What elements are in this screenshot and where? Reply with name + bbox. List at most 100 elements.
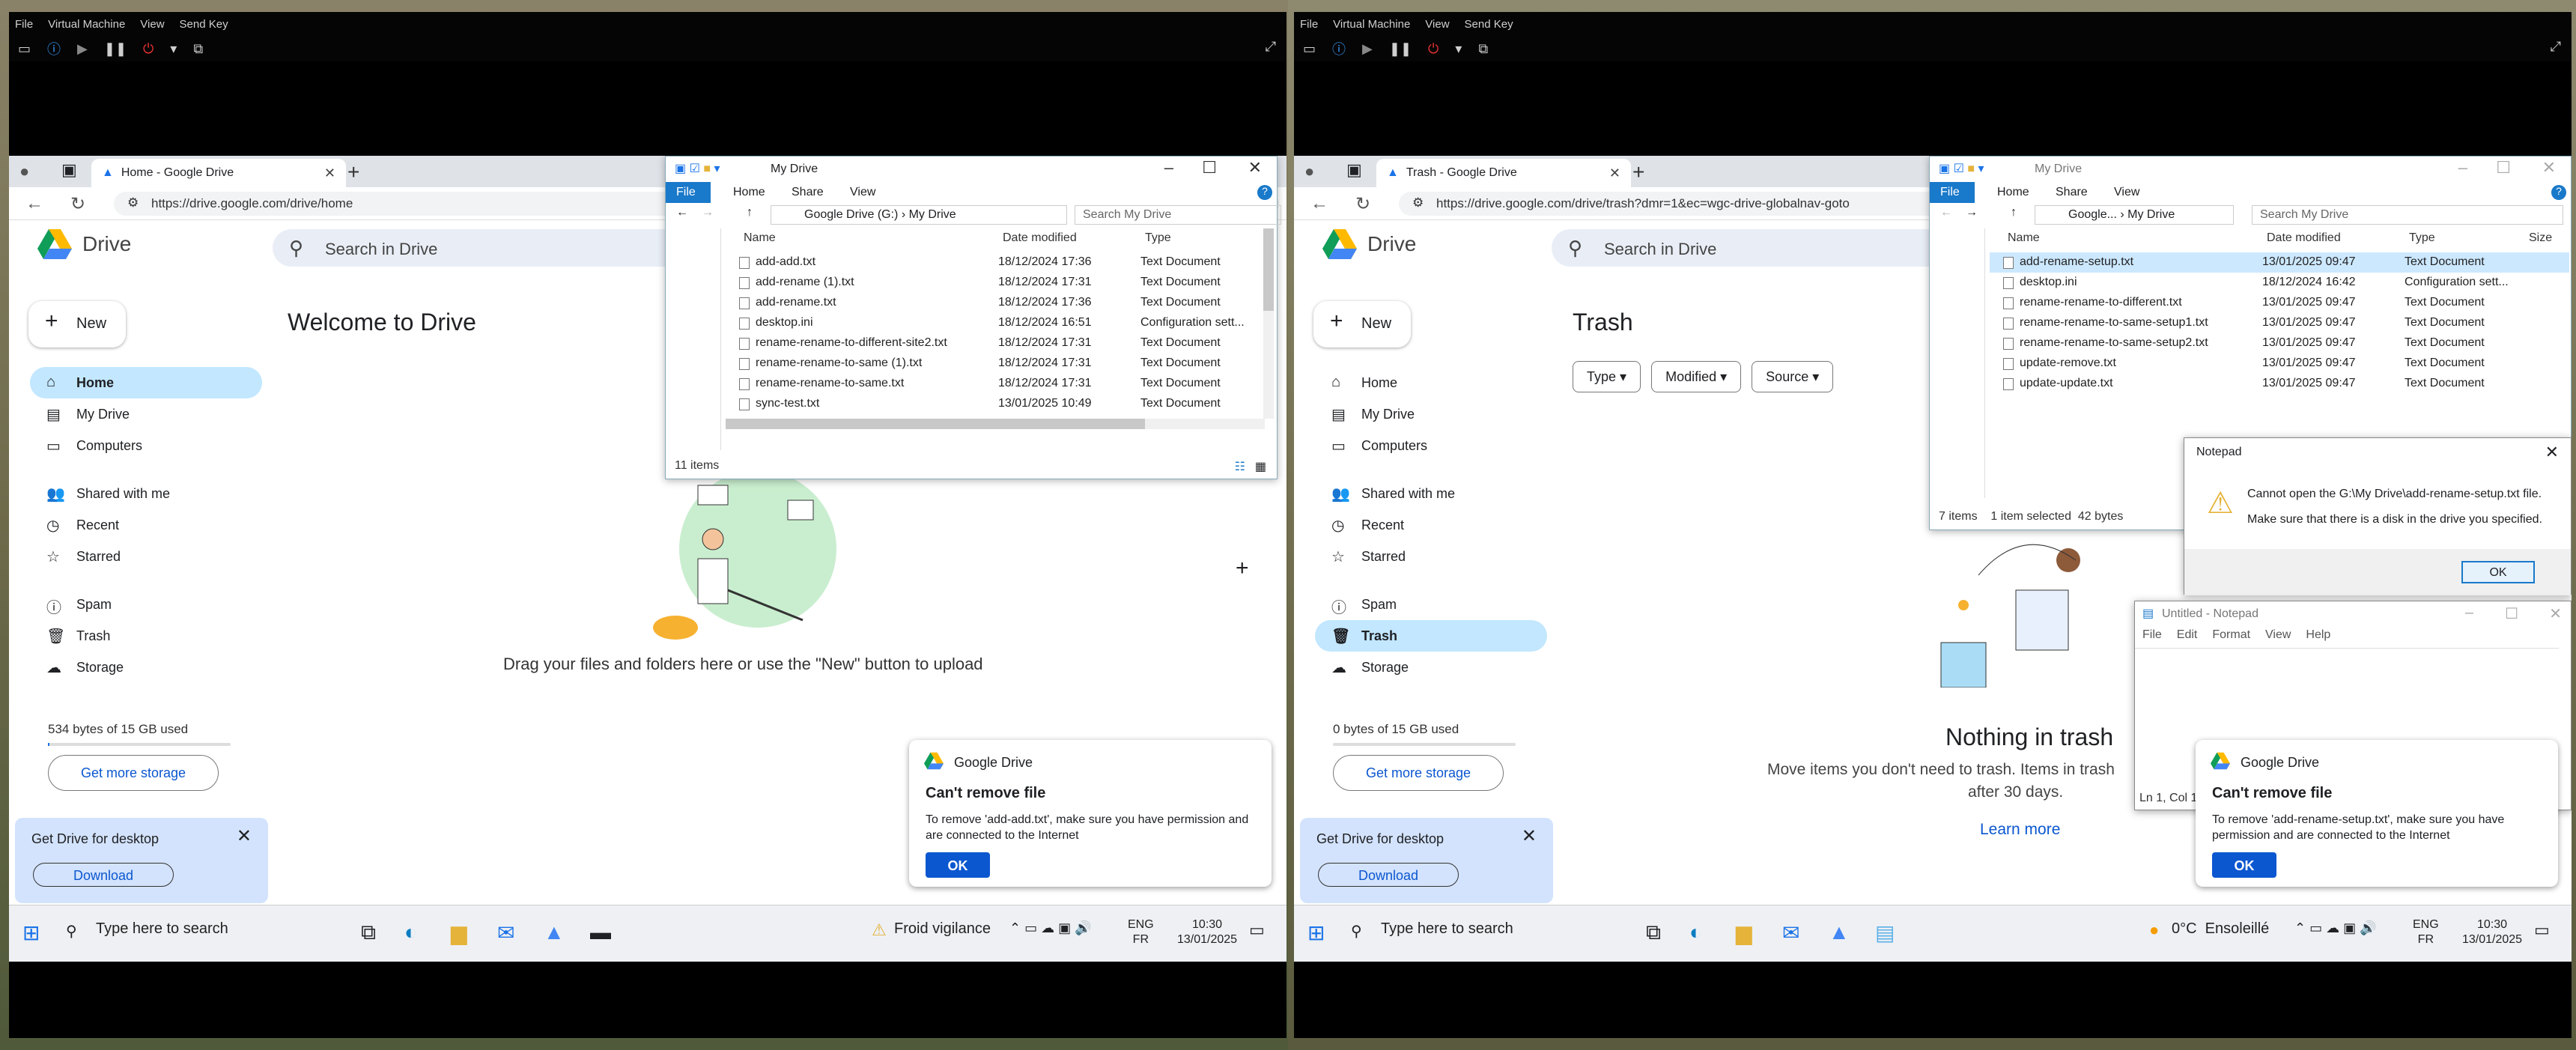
nav-starred[interactable]: ☆ Starred bbox=[30, 541, 262, 572]
col-date[interactable]: Date modified bbox=[1003, 231, 1077, 245]
file-row[interactable]: rename-rename-to-same.txt 18/12/2024 17:3… bbox=[726, 374, 1265, 394]
windows-start-icon[interactable]: ⊞ bbox=[22, 920, 40, 945]
windows-start-icon[interactable]: ⊞ bbox=[1307, 920, 1325, 945]
source-filter[interactable]: Source ▾ bbox=[1752, 361, 1834, 392]
file-row[interactable]: add-rename (1).txt 18/12/2024 17:31 Text D… bbox=[726, 273, 1265, 293]
vm-menu-file[interactable]: File bbox=[1300, 18, 1318, 31]
ribbon-tab-home[interactable]: Home bbox=[1997, 186, 2029, 199]
terminal-icon[interactable]: ▬ bbox=[590, 920, 611, 944]
close-icon[interactable]: ✕ bbox=[2545, 443, 2559, 462]
file-row[interactable]: rename-rename-to-different-site2.txt 18/1… bbox=[726, 333, 1265, 353]
learn-more-link[interactable]: Learn more bbox=[1980, 821, 2060, 839]
site-info-icon[interactable]: ⚙ bbox=[127, 195, 139, 210]
horizontal-scrollbar[interactable] bbox=[726, 419, 1265, 429]
edge-icon[interactable]: ◐ bbox=[1689, 920, 1702, 944]
vm-menu-file[interactable]: File bbox=[15, 18, 33, 31]
toast-ok-button[interactable]: OK bbox=[926, 852, 990, 878]
explorer-path[interactable]: Google... › My Drive bbox=[2035, 205, 2234, 225]
get-more-storage-button[interactable]: Get more storage bbox=[1333, 755, 1504, 791]
snapshot-icon[interactable]: ⧉ bbox=[193, 41, 203, 57]
tiles-view-icon[interactable]: ▦ bbox=[1255, 459, 1266, 474]
tray-icons[interactable]: ⌃ ▭ ☁ ▣ 🔊 bbox=[1009, 920, 1092, 936]
vm-menu-view[interactable]: View bbox=[140, 18, 164, 31]
file-row[interactable]: add-add.txt 18/12/2024 17:36 Text Document bbox=[726, 252, 1265, 273]
mail-icon[interactable]: ✉ bbox=[1782, 920, 1799, 945]
monitor-icon[interactable]: ▭ bbox=[18, 41, 31, 57]
ribbon-tab-file[interactable]: File bbox=[1930, 182, 1975, 203]
nav-recent[interactable]: ◷ Recent bbox=[1315, 509, 1547, 541]
clock[interactable]: 10:30 13/01/2025 bbox=[2462, 917, 2522, 947]
notification-icon[interactable]: ▭ bbox=[2534, 920, 2550, 940]
taskbar-search[interactable]: Type here to search bbox=[96, 920, 228, 938]
notification-icon[interactable]: ▭ bbox=[1249, 920, 1265, 940]
add-icon[interactable]: + bbox=[1236, 556, 1249, 581]
search-icon[interactable]: ⚲ bbox=[1568, 237, 1582, 260]
help-icon[interactable]: ? bbox=[2551, 185, 2566, 200]
fullscreen-icon[interactable]: ⤢ bbox=[1266, 39, 1276, 55]
profile-icon[interactable]: ● bbox=[1304, 162, 1314, 181]
language-indicator[interactable]: ENG FR bbox=[2413, 917, 2439, 947]
col-size[interactable]: Size bbox=[2529, 231, 2552, 245]
language-indicator[interactable]: ENG FR bbox=[1128, 917, 1154, 947]
col-type[interactable]: Type bbox=[2409, 231, 2435, 245]
tab-home-google-drive[interactable]: ▲ Home - Google Drive ✕ bbox=[91, 159, 346, 187]
get-more-storage-button[interactable]: Get more storage bbox=[48, 755, 219, 791]
vm-menu-send-key[interactable]: Send Key bbox=[180, 18, 228, 31]
explorer-search[interactable]: Search My Drive bbox=[1075, 205, 1281, 225]
help-icon[interactable]: ? bbox=[1257, 185, 1272, 200]
forward-icon[interactable]: → bbox=[702, 206, 714, 219]
ribbon-tab-file[interactable]: File bbox=[666, 182, 711, 203]
nav-storage[interactable]: ☁ Storage bbox=[30, 652, 262, 683]
nav-shared[interactable]: 👥 Shared with me bbox=[30, 478, 262, 509]
close-tab-icon[interactable]: ✕ bbox=[324, 166, 335, 181]
ribbon-tab-share[interactable]: Share bbox=[2056, 186, 2088, 199]
play-icon[interactable]: ▶ bbox=[77, 41, 88, 57]
vertical-scrollbar[interactable] bbox=[1263, 228, 1274, 419]
col-name[interactable]: Name bbox=[744, 231, 776, 245]
tab-trash-google-drive[interactable]: ▲ Trash - Google Drive ✕ bbox=[1376, 159, 1631, 187]
nav-recent[interactable]: ◷ Recent bbox=[30, 509, 262, 541]
reload-icon[interactable]: ↻ bbox=[1355, 193, 1370, 215]
download-button[interactable]: Download bbox=[33, 863, 174, 887]
clock[interactable]: 10:30 13/01/2025 bbox=[1177, 917, 1237, 947]
pause-icon[interactable]: ❚❚ bbox=[1389, 41, 1412, 57]
maximize-icon[interactable]: ☐ bbox=[1202, 158, 1217, 177]
file-row[interactable]: add-rename-setup.txt 13/01/2025 09:47 Text… bbox=[1990, 252, 2569, 273]
menu-help[interactable]: Help bbox=[2306, 628, 2330, 642]
toast-ok-button[interactable]: OK bbox=[2212, 852, 2276, 878]
maximize-icon[interactable]: ☐ bbox=[2496, 158, 2511, 177]
back-icon[interactable]: ← bbox=[1310, 193, 1328, 214]
play-icon[interactable]: ▶ bbox=[1362, 41, 1373, 57]
task-view-icon[interactable]: ⧉ bbox=[1646, 920, 1661, 945]
nav-spam[interactable]: ⓘ Spam bbox=[1315, 589, 1547, 620]
vm-menu-send-key[interactable]: Send Key bbox=[1465, 18, 1513, 31]
file-row[interactable]: rename-rename-to-same-setup1.txt 13/01/20… bbox=[1990, 313, 2569, 333]
tab-actions-icon[interactable]: ▣ bbox=[61, 160, 77, 180]
drive-search-input[interactable]: ⚲ Search in Drive bbox=[273, 229, 692, 267]
drive-search-input[interactable]: ⚲ Search in Drive bbox=[1552, 229, 1971, 267]
menu-file[interactable]: File bbox=[2142, 628, 2162, 642]
nav-computers[interactable]: ▭ Computers bbox=[30, 430, 262, 461]
vm-menu-view[interactable]: View bbox=[1425, 18, 1449, 31]
download-button[interactable]: Download bbox=[1318, 863, 1459, 887]
weather-text[interactable]: Froid vigilance bbox=[894, 920, 991, 938]
info-icon[interactable]: ⓘ bbox=[47, 39, 61, 58]
back-icon[interactable]: ← bbox=[676, 206, 688, 219]
chevron-down-icon[interactable]: ▾ bbox=[1455, 41, 1462, 57]
nav-home[interactable]: ⌂ Home bbox=[1315, 367, 1547, 398]
reload-icon[interactable]: ↻ bbox=[70, 193, 85, 215]
nav-computers[interactable]: ▭ Computers bbox=[1315, 430, 1547, 461]
close-tab-icon[interactable]: ✕ bbox=[1609, 166, 1620, 181]
notepad-taskbar-icon[interactable]: ▤ bbox=[1875, 920, 1895, 945]
file-row[interactable]: add-rename.txt 18/12/2024 17:36 Text Docum… bbox=[726, 293, 1265, 313]
nav-my-drive[interactable]: ▤ My Drive bbox=[1315, 398, 1547, 430]
new-button[interactable]: + New bbox=[1313, 301, 1411, 348]
power-icon[interactable]: ⏻ bbox=[1428, 41, 1439, 57]
nav-home[interactable]: ⌂ Home bbox=[30, 367, 262, 398]
minimize-icon[interactable]: – bbox=[1164, 158, 1173, 177]
maximize-icon[interactable]: ☐ bbox=[2505, 604, 2518, 623]
nav-my-drive[interactable]: ▤ My Drive bbox=[30, 398, 262, 430]
col-type[interactable]: Type bbox=[1145, 231, 1171, 245]
close-icon[interactable]: ✕ bbox=[2549, 604, 2562, 623]
search-icon[interactable]: ⚲ bbox=[289, 237, 303, 260]
